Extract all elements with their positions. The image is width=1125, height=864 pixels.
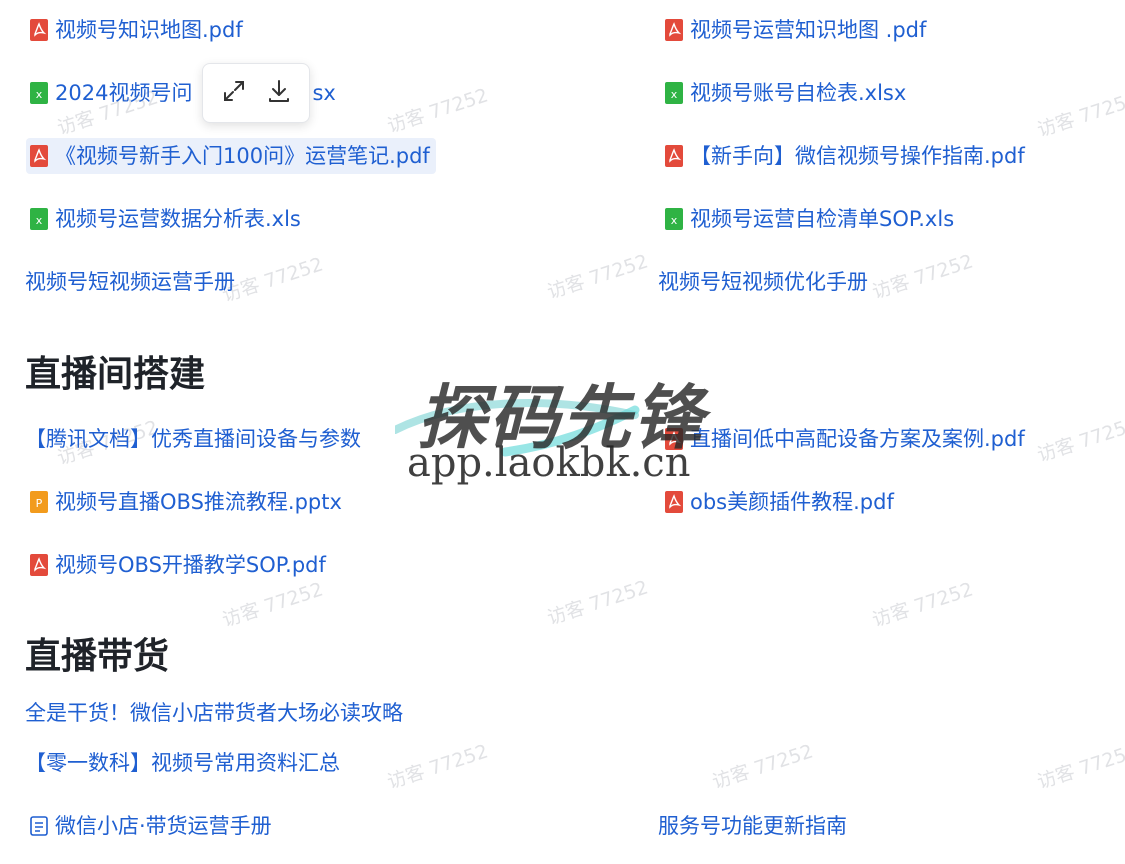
doc-link-label: 微信小店·带货运营手册: [55, 814, 272, 838]
file-link[interactable]: 直播间低中高配设备方案及案例.pdf: [665, 424, 1025, 454]
watermark: 访客 77252: [544, 250, 651, 304]
watermark: 访客 77252: [1034, 413, 1125, 467]
doc-link[interactable]: 服务号功能更新指南: [658, 811, 847, 841]
excel-file-icon: x: [30, 208, 48, 230]
doc-link-label: 【零一数科】视频号常用资料汇总: [25, 751, 340, 775]
watermark: 访客 77252: [1034, 740, 1125, 794]
download-icon: [266, 78, 292, 108]
file-link-label: obs美颜插件教程.pdf: [690, 490, 894, 514]
doc-link[interactable]: 微信小店·带货运营手册: [30, 811, 272, 841]
file-link[interactable]: 视频号OBS开播教学SOP.pdf: [30, 550, 326, 580]
file-link[interactable]: x 视频号运营自检清单SOP.xls: [665, 204, 954, 234]
doc-link[interactable]: 全是干货！微信小店带货者大场必读攻略: [25, 698, 403, 728]
file-link[interactable]: obs美颜插件教程.pdf: [665, 487, 894, 517]
expand-button[interactable]: [218, 77, 250, 109]
file-hover-toolbar: [202, 63, 310, 123]
doc-link-label: 【腾讯文档】优秀直播间设备与参数: [25, 427, 361, 451]
doc-link[interactable]: 【腾讯文档】优秀直播间设备与参数: [25, 424, 361, 454]
logo-swoosh-icon: [395, 399, 640, 457]
watermark: 访客 77252: [219, 578, 326, 632]
pdf-file-icon: [30, 554, 48, 576]
file-link-label: 《视频号新手入门100问》运营笔记.pdf: [55, 144, 430, 168]
pdf-file-icon: [665, 19, 683, 41]
file-link-label: 2024视频号问: [55, 81, 193, 105]
watermark: 访客 77252: [384, 740, 491, 794]
file-link[interactable]: x 视频号账号自检表.xlsx: [665, 78, 906, 108]
file-link-label: 视频号OBS开播教学SOP.pdf: [55, 553, 326, 577]
watermark: 访客 77252: [544, 576, 651, 630]
expand-icon: [221, 78, 247, 108]
file-link[interactable]: P 视频号直播OBS推流教程.pptx: [30, 487, 342, 517]
doc-link-label: 全是干货！微信小店带货者大场必读攻略: [25, 701, 403, 725]
excel-file-icon: x: [665, 82, 683, 104]
doc-link-label: 视频号短视频优化手册: [658, 270, 868, 294]
pdf-file-icon: [665, 145, 683, 167]
pdf-file-icon: [30, 145, 48, 167]
file-link-label: 视频号知识地图.pdf: [55, 18, 243, 42]
svg-text:x: x: [36, 88, 43, 101]
download-button[interactable]: [263, 77, 295, 109]
file-link-selected[interactable]: 《视频号新手入门100问》运营笔记.pdf: [26, 138, 436, 174]
excel-file-icon: x: [30, 82, 48, 104]
watermark: 访客 77252: [869, 578, 976, 632]
file-link-label: 视频号账号自检表.xlsx: [690, 81, 907, 105]
file-link[interactable]: 视频号知识地图.pdf: [30, 15, 243, 45]
ppt-file-icon: P: [30, 491, 48, 513]
pdf-file-icon: [30, 19, 48, 41]
file-link-label-tail: sx: [312, 81, 336, 105]
file-link-label: 【新手向】微信视频号操作指南.pdf: [690, 144, 1025, 168]
doc-link-label: 视频号短视频运营手册: [25, 270, 235, 294]
svg-text:x: x: [671, 214, 678, 227]
section-heading: 直播带货: [25, 636, 170, 677]
pdf-file-icon: [665, 491, 683, 513]
file-link[interactable]: x 视频号运营数据分析表.xls: [30, 204, 301, 234]
doc-file-icon: [30, 816, 48, 836]
file-link[interactable]: 视频号运营知识地图 .pdf: [665, 15, 926, 45]
logo-url: app.laokbk.cn: [407, 440, 691, 486]
watermark: 访客 77252: [869, 250, 976, 304]
svg-text:P: P: [36, 497, 43, 510]
file-link[interactable]: 【新手向】微信视频号操作指南.pdf: [665, 141, 1025, 171]
document-page: 访客 77252 访客 77252 访客 77252 访客 77252 访客 7…: [0, 0, 1125, 864]
pdf-file-icon: [665, 428, 683, 450]
doc-link[interactable]: 视频号短视频运营手册: [25, 267, 235, 297]
excel-file-icon: x: [665, 208, 683, 230]
watermark: 访客 77252: [384, 84, 491, 138]
file-link-label: 视频号运营知识地图 .pdf: [690, 18, 927, 42]
doc-link-label: 服务号功能更新指南: [658, 814, 847, 838]
doc-link[interactable]: 视频号短视频优化手册: [658, 267, 868, 297]
section-heading: 直播间搭建: [25, 354, 206, 395]
svg-text:x: x: [36, 214, 43, 227]
file-link-label: 视频号运营自检清单SOP.xls: [690, 207, 955, 231]
file-link-label: 视频号直播OBS推流教程.pptx: [55, 490, 342, 514]
file-link-label: 视频号运营数据分析表.xls: [55, 207, 301, 231]
watermark: 访客 77252: [709, 740, 816, 794]
file-link-label: 直播间低中高配设备方案及案例.pdf: [690, 427, 1025, 451]
watermark: 访客 77252: [1034, 88, 1125, 142]
doc-link[interactable]: 【零一数科】视频号常用资料汇总: [25, 748, 340, 778]
svg-text:x: x: [671, 88, 678, 101]
logo-title: 探码先锋: [417, 377, 705, 459]
